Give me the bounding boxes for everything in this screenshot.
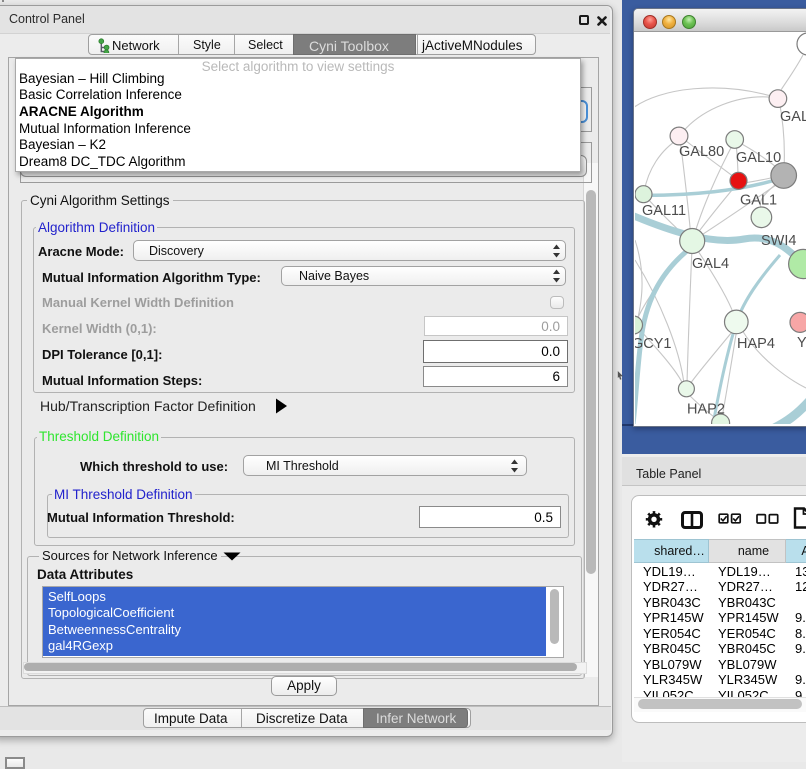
svg-text:GAL80: GAL80 (679, 144, 724, 160)
svg-text:GAL10: GAL10 (736, 150, 781, 166)
svg-text:GAL11: GAL11 (642, 203, 686, 219)
svg-text:Y: Y (797, 335, 806, 351)
svg-text:GAL4: GAL4 (692, 256, 729, 272)
svg-text:GAL1: GAL1 (740, 193, 777, 209)
svg-text:SWI4: SWI4 (761, 233, 796, 249)
svg-text:HAP4: HAP4 (737, 336, 775, 352)
svg-text:GAL7: GAL7 (780, 109, 806, 125)
svg-text:HAP2: HAP2 (687, 402, 725, 418)
svg-text:GCY1: GCY1 (635, 336, 672, 352)
